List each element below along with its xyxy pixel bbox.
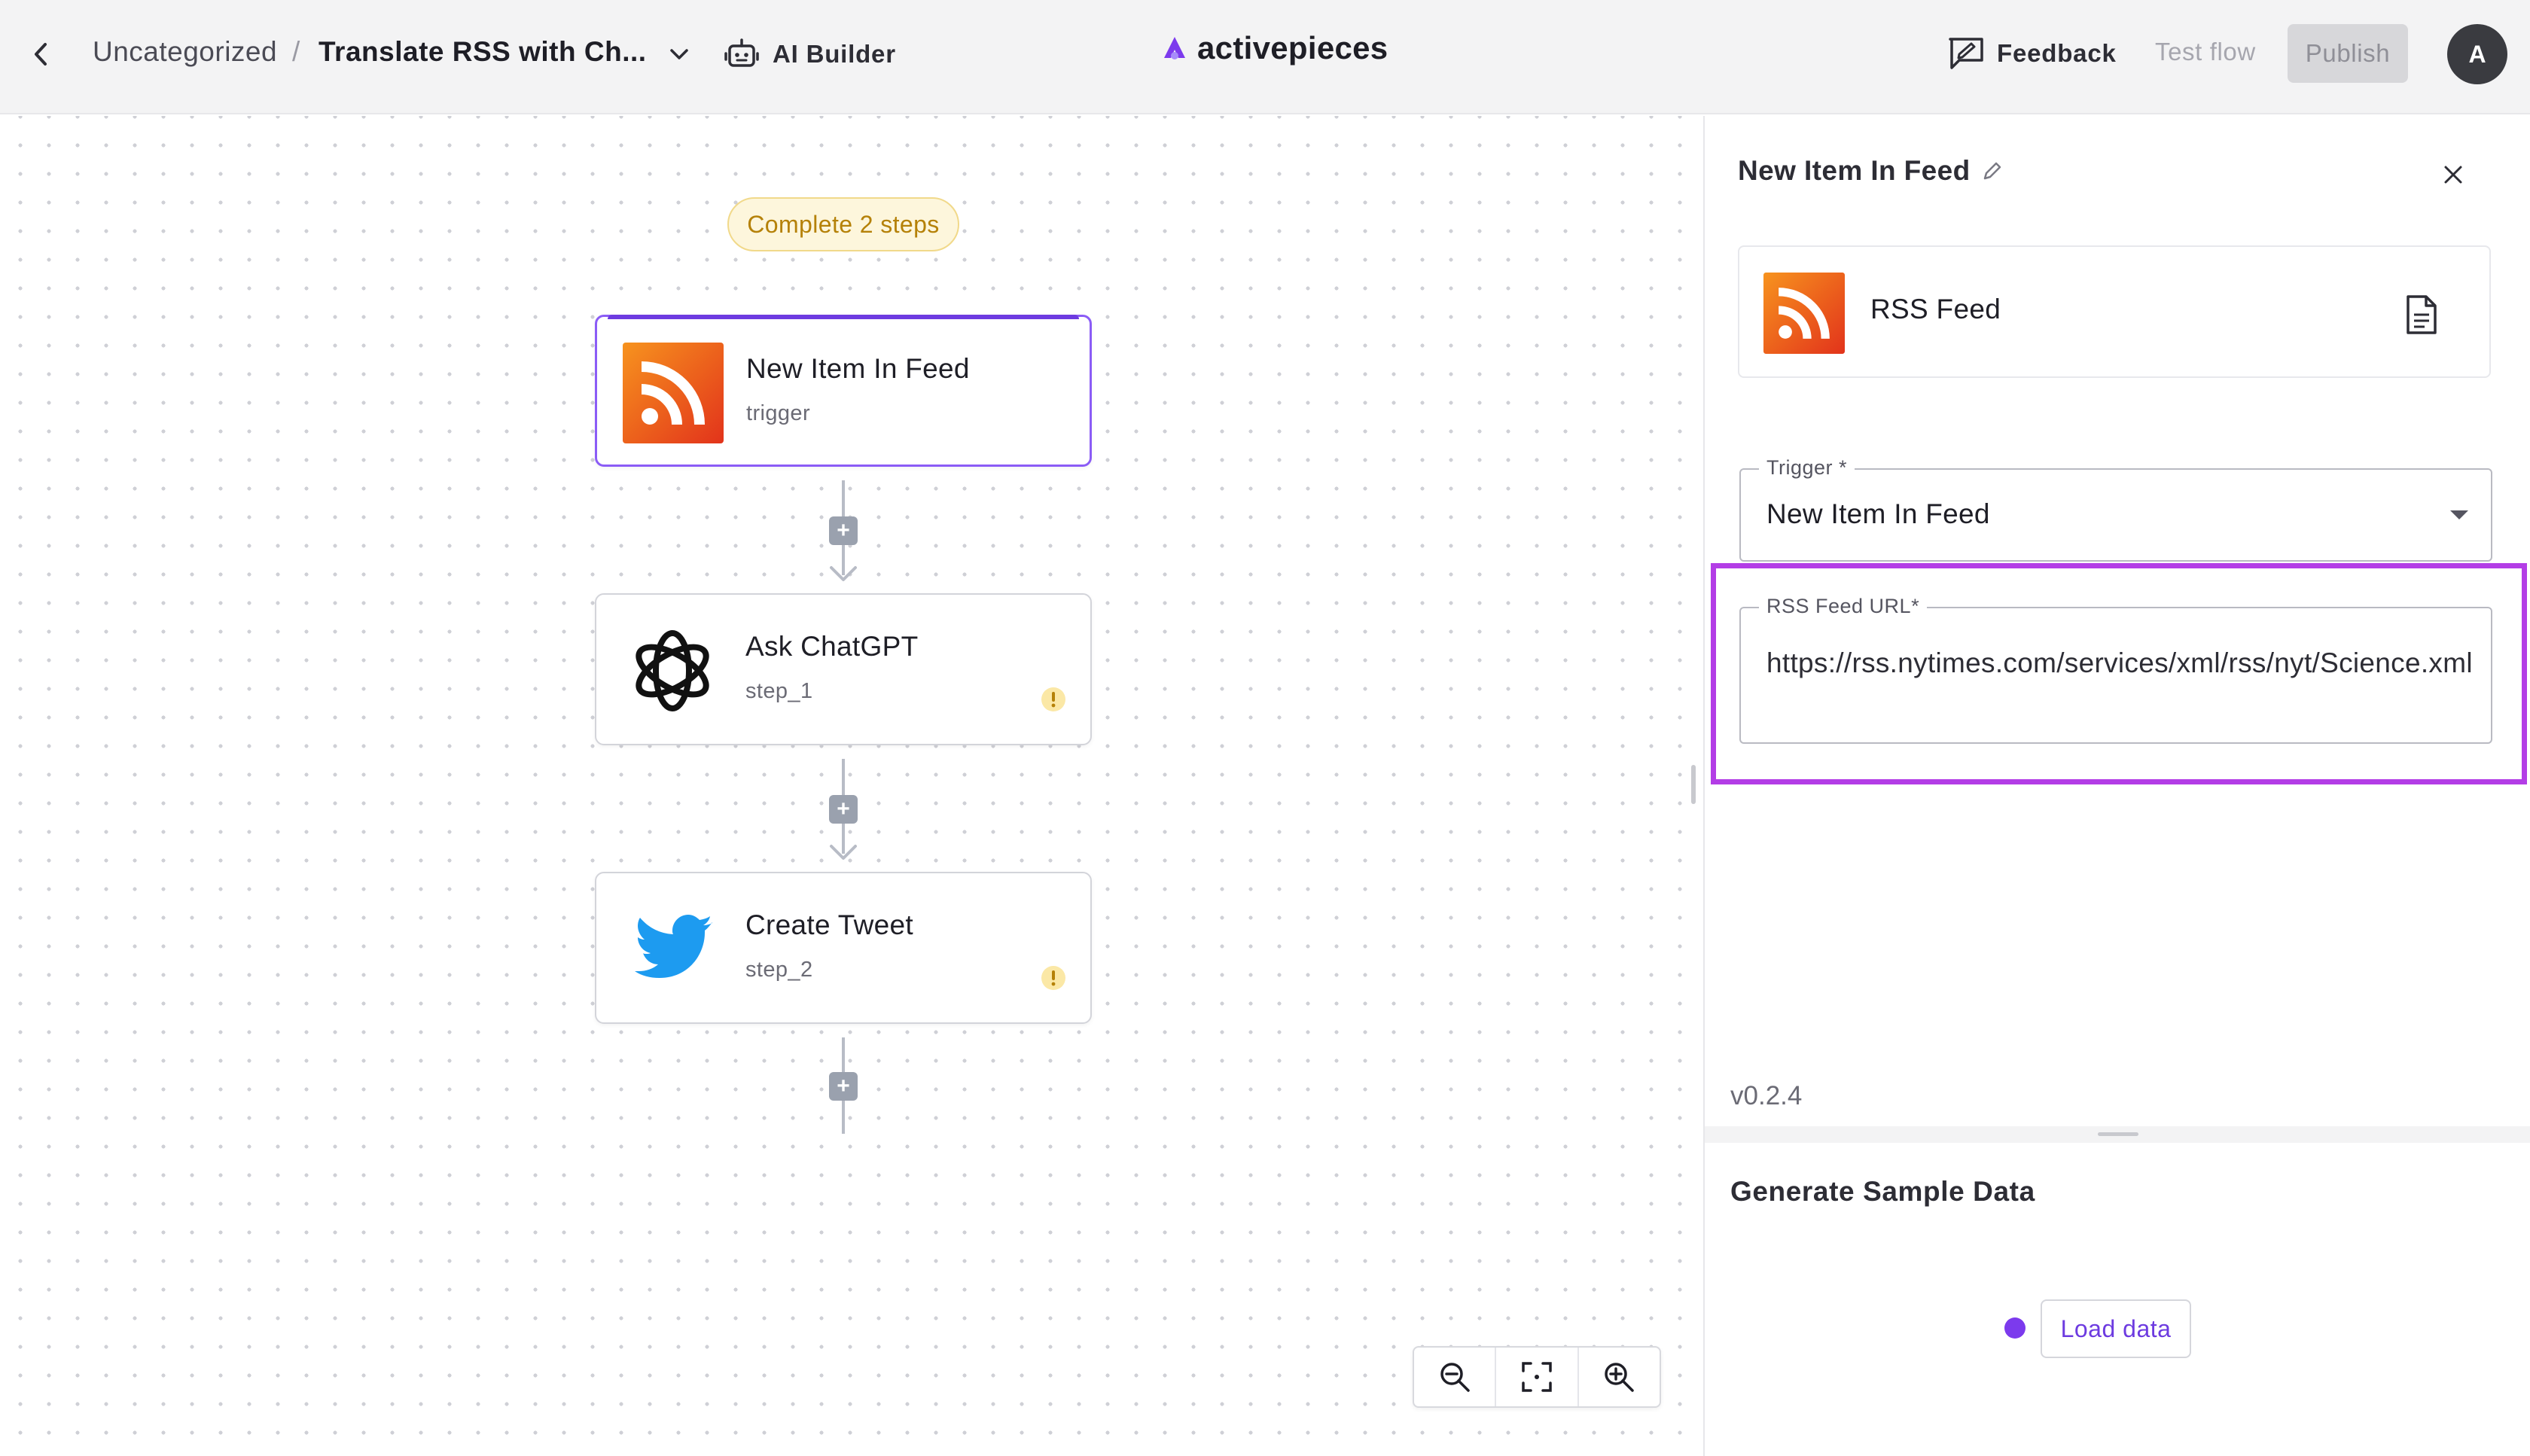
zoom-out-icon — [1440, 1363, 1470, 1392]
breadcrumb-separator: / — [292, 36, 300, 67]
add-step-button[interactable]: + — [829, 795, 858, 824]
node-title: Create Tweet — [745, 909, 913, 940]
user-avatar[interactable]: A — [2447, 24, 2507, 84]
section-drag-handle[interactable] — [2098, 1132, 2138, 1136]
top-bar: Uncategorized / Translate RSS with Ch...… — [0, 0, 2530, 114]
piece-info-card: RSS Feed — [1738, 245, 2491, 378]
sample-data-title: Generate Sample Data — [1730, 1176, 2035, 1207]
flow-node-step-2[interactable]: Create Tweet step_2 — [595, 872, 1092, 1024]
rss-feed-url-input[interactable]: RSS Feed URL* https://rss.nytimes.com/se… — [1739, 595, 2492, 744]
arrow-down-icon — [830, 845, 857, 860]
node-title: New Item In Feed — [746, 353, 970, 384]
flow-node-trigger[interactable]: New Item In Feed trigger — [595, 315, 1092, 467]
back-button[interactable] — [23, 35, 59, 74]
add-step-button[interactable]: + — [829, 1072, 858, 1101]
trigger-value: New Item In Feed — [1766, 498, 1990, 529]
feedback-label: Feedback — [1997, 39, 2117, 67]
zoom-controls — [1413, 1346, 1661, 1408]
piece-name: RSS Feed — [1870, 294, 2001, 324]
documentation-icon[interactable] — [2404, 294, 2440, 336]
panel-resize-handle[interactable] — [1691, 765, 1696, 804]
trigger-label: Trigger * — [1759, 456, 1855, 480]
warning-icon — [1041, 687, 1065, 711]
app-logo: activepieces — [1160, 30, 1388, 66]
twitter-icon — [635, 915, 712, 978]
rss-feed-url-value[interactable]: https://rss.nytimes.com/services/xml/rss… — [1766, 638, 2474, 688]
chevron-down-icon — [670, 49, 688, 59]
feedback-button[interactable]: Feedback — [1947, 32, 2117, 75]
add-step-button[interactable]: + — [829, 516, 858, 545]
trigger-select[interactable]: Trigger * New Item In Feed — [1739, 456, 2492, 562]
openai-icon — [636, 630, 709, 711]
pencil-icon[interactable] — [1981, 160, 2004, 182]
robot-icon — [724, 38, 759, 67]
zoom-out-button[interactable] — [1414, 1348, 1497, 1406]
arrow-down-icon — [830, 566, 857, 581]
activepieces-logo-icon — [1164, 37, 1185, 59]
connector-line — [842, 1037, 845, 1072]
rss-feed-url-label: RSS Feed URL* — [1759, 595, 1928, 618]
zoom-in-button[interactable] — [1579, 1348, 1660, 1406]
close-icon — [2444, 166, 2462, 184]
load-data-button[interactable]: Load data — [2041, 1299, 2191, 1358]
caret-down-icon — [2450, 510, 2468, 519]
chevron-left-icon — [35, 43, 47, 65]
sample-data-section: Generate Sample Data Load data — [1705, 1126, 2530, 1456]
step-settings-panel: New Item In Feed RSS Feed Trigger * New … — [1703, 116, 2530, 1456]
breadcrumb-folder[interactable]: Uncategorized — [93, 36, 277, 68]
connector-line — [842, 1101, 845, 1134]
logo-text: activepieces — [1197, 30, 1388, 65]
node-subtitle: step_2 — [745, 958, 813, 982]
panel-title-text: New Item In Feed — [1738, 155, 1971, 186]
incomplete-steps-badge: Complete 2 steps — [727, 197, 959, 251]
flow-title[interactable]: Translate RSS with Ch... — [319, 36, 647, 68]
node-title: Ask ChatGPT — [745, 631, 919, 662]
ai-builder-button[interactable]: AI Builder — [724, 33, 896, 75]
feedback-icon — [1949, 38, 1983, 69]
rss-icon — [623, 343, 724, 443]
publish-button[interactable]: Publish — [2288, 24, 2408, 83]
flow-menu-button[interactable] — [663, 38, 696, 71]
status-dot — [2004, 1317, 2026, 1339]
fit-view-button[interactable] — [1496, 1348, 1579, 1406]
node-subtitle: trigger — [746, 401, 810, 425]
test-flow-button[interactable]: Test flow — [2155, 38, 2256, 66]
node-subtitle: step_1 — [745, 679, 813, 703]
flow-node-step-1[interactable]: Ask ChatGPT step_1 — [595, 593, 1092, 745]
piece-version: v0.2.4 — [1730, 1081, 1803, 1110]
zoom-in-icon — [1605, 1363, 1635, 1392]
flow-canvas[interactable]: Complete 2 steps New Item In Feed trigge… — [0, 116, 1687, 1456]
close-panel-button[interactable] — [2434, 155, 2473, 194]
ai-builder-label: AI Builder — [773, 40, 896, 68]
rss-icon — [1763, 273, 1845, 354]
fit-view-icon — [1522, 1362, 1552, 1392]
warning-icon — [1041, 966, 1065, 990]
panel-title[interactable]: New Item In Feed — [1738, 155, 2004, 187]
